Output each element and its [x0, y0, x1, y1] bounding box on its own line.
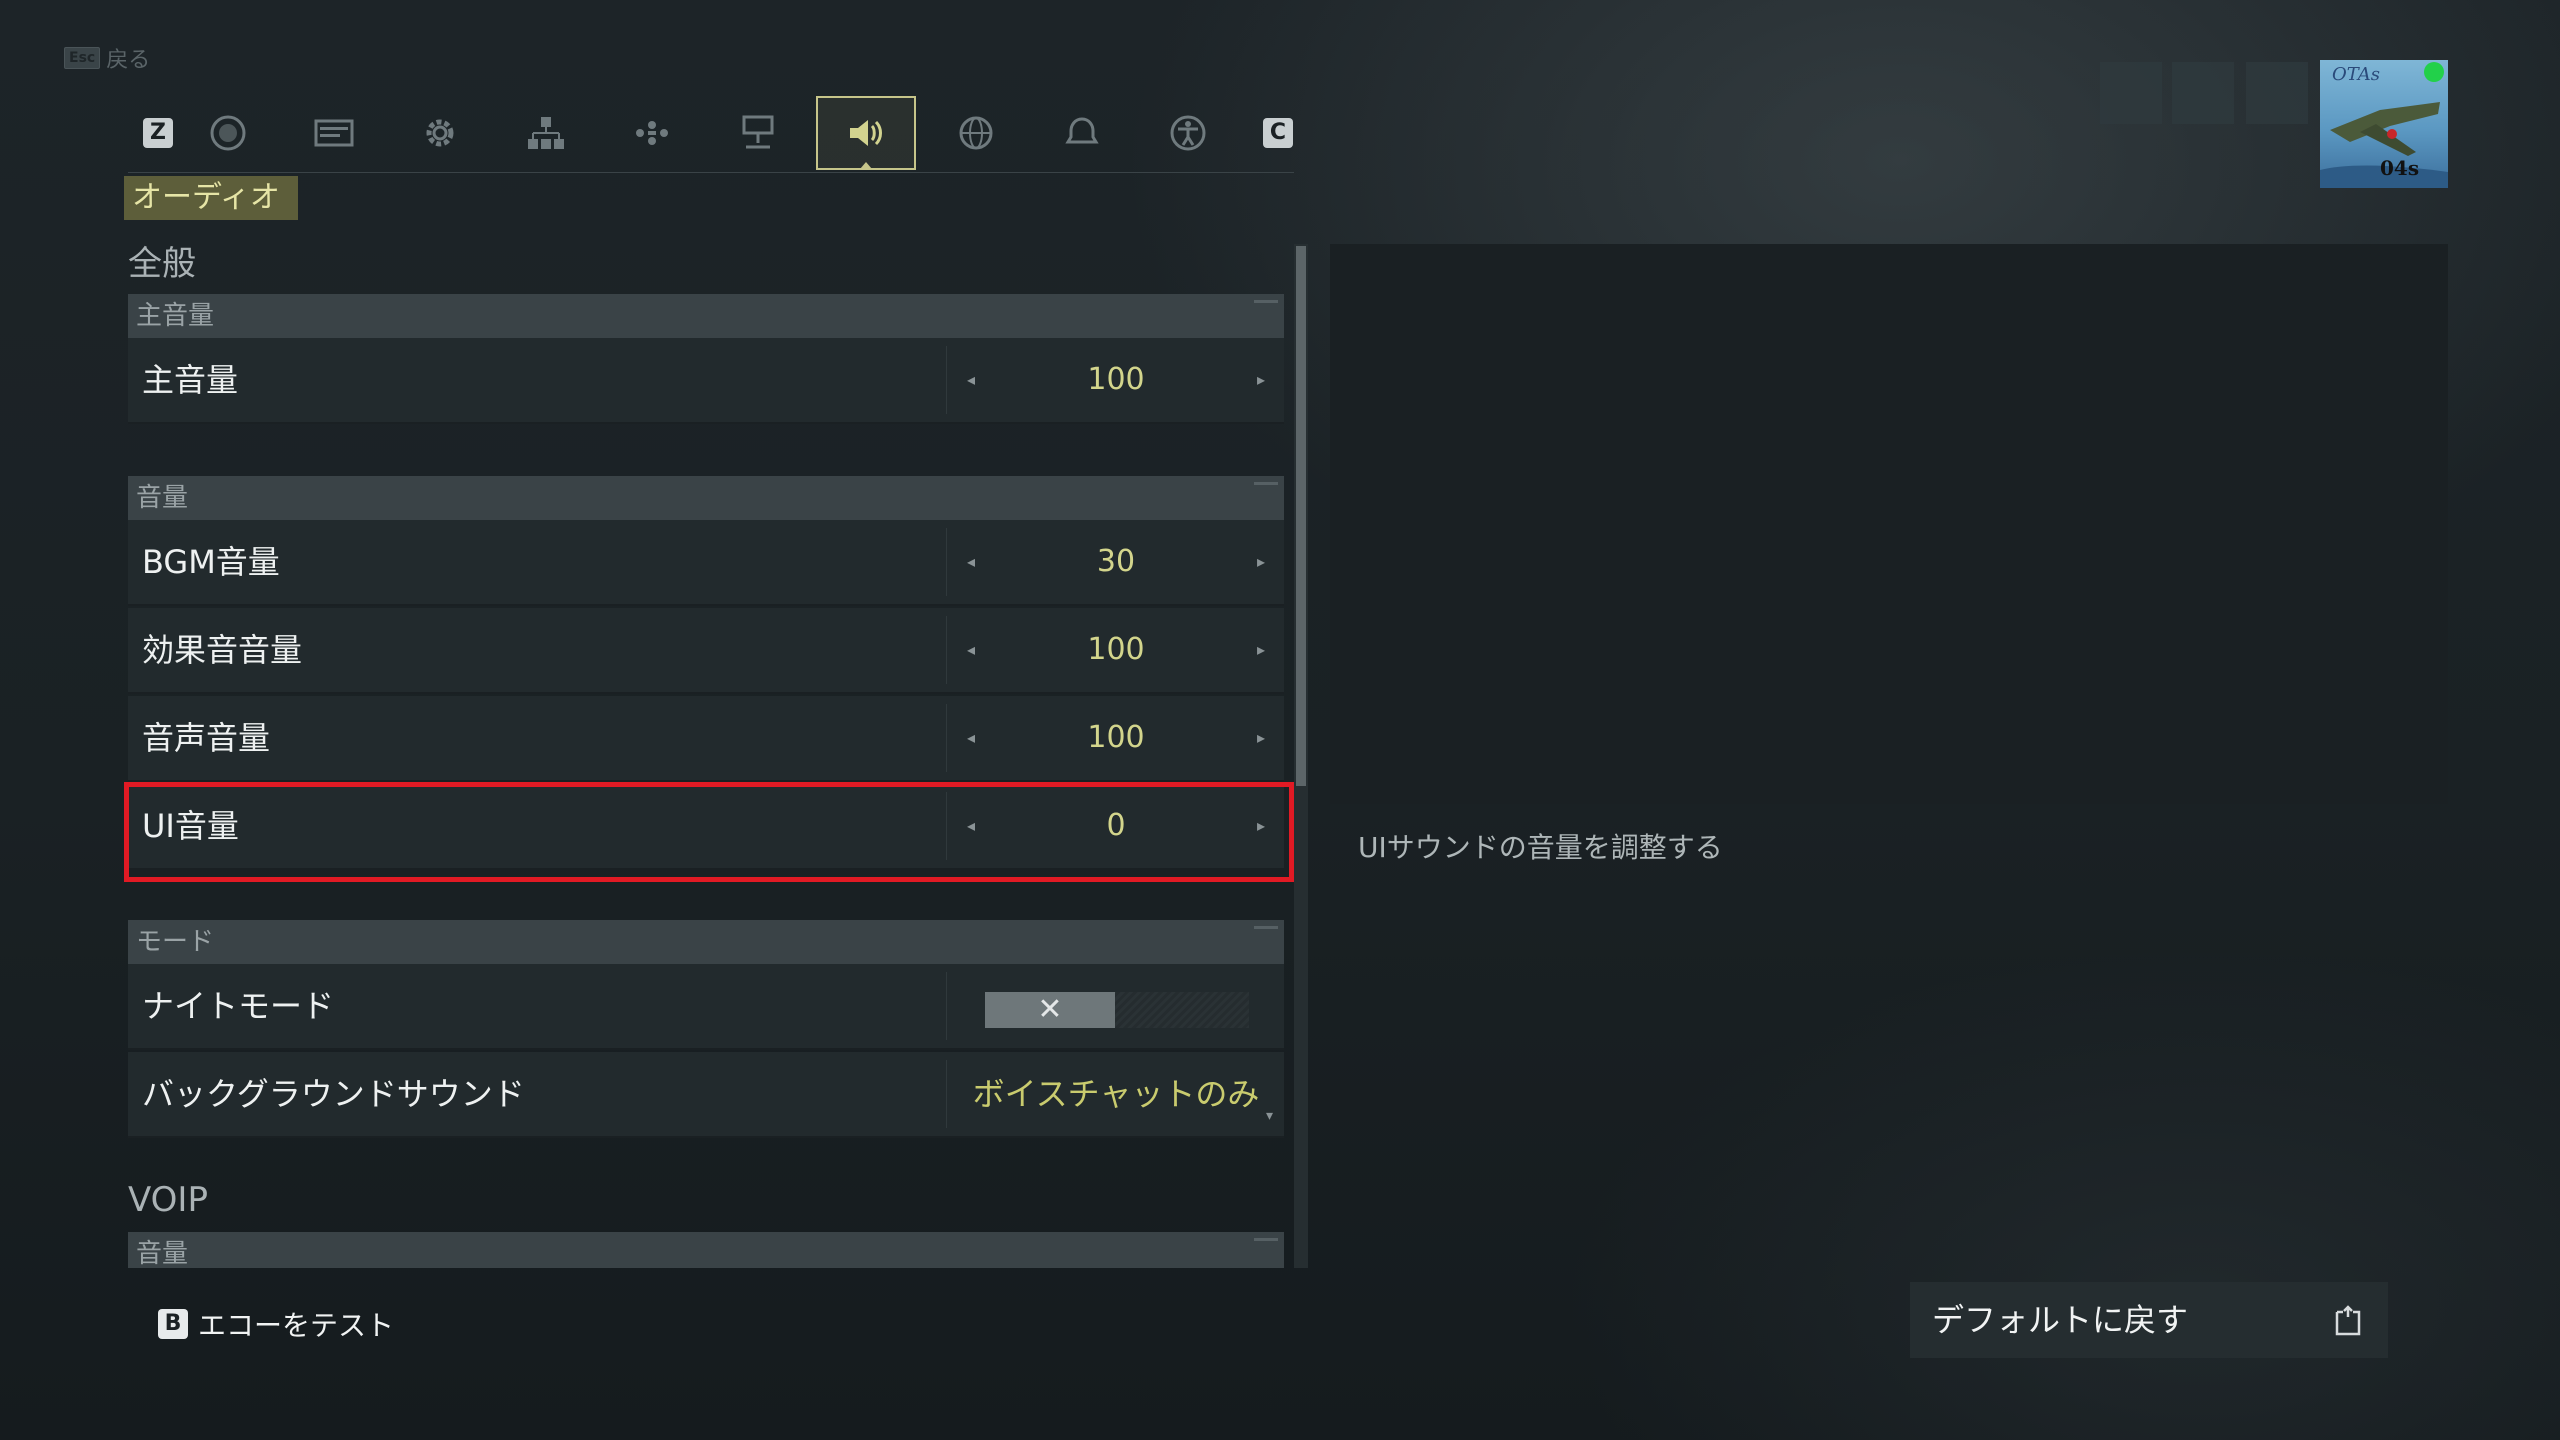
toggle-off-x-icon: ✕ [985, 992, 1115, 1028]
notification-icon [1065, 117, 1099, 144]
scrollbar-thumb[interactable] [1296, 246, 1306, 786]
settings-list: 全般 主音量 主音量 ◂ 100 ▸ 音量 BGM音量 ◂ 30 ▸ 効果音音量… [124, 236, 1284, 1268]
party-slot[interactable] [2246, 62, 2308, 124]
c-key-icon: C [1263, 118, 1293, 148]
network-icon [742, 115, 774, 149]
tab-network[interactable] [708, 96, 808, 170]
subheader-master-volume: 主音量 [128, 294, 1284, 338]
subheader-volume: 音量 [128, 476, 1284, 520]
value-stepper[interactable]: ◂ 100 ▸ [946, 346, 1284, 414]
increase-arrow-icon[interactable]: ▸ [1249, 550, 1273, 574]
party-slot[interactable] [2100, 62, 2162, 124]
subheader-voip-volume: 音量 [128, 1232, 1284, 1268]
subheader-mode: モード [128, 920, 1284, 964]
gear-icon [426, 119, 454, 147]
setting-description: UIサウンドの音量を調整する [1358, 831, 1723, 864]
tab-general[interactable] [390, 96, 490, 170]
esc-key-icon: Esc [64, 47, 101, 69]
setting-row-sfx-volume[interactable]: 効果音音量 ◂ 100 ▸ [128, 608, 1284, 694]
reset-to-default-button[interactable]: デフォルトに戻す [1910, 1282, 2388, 1358]
setting-label: BGM音量 [142, 543, 280, 581]
decrease-arrow-icon[interactable]: ◂ [959, 638, 983, 662]
decrease-arrow-icon[interactable]: ◂ [959, 550, 983, 574]
tab-hierarchy[interactable] [496, 96, 596, 170]
globe-icon [959, 116, 993, 150]
back-label: 戻る [106, 48, 151, 73]
decrease-arrow-icon[interactable]: ◂ [959, 726, 983, 750]
accessibility-icon [1170, 115, 1206, 151]
setting-row-voice-volume[interactable]: 音声音量 ◂ 100 ▸ [128, 696, 1284, 782]
tab-notifications[interactable] [1032, 96, 1132, 170]
party-slot[interactable] [2172, 62, 2234, 124]
settings-tab-bar: Z C [128, 96, 1294, 173]
group-title-voip: VOIP [128, 1180, 208, 1220]
z-key-icon: Z [143, 118, 173, 148]
setting-label: 主音量 [142, 361, 239, 399]
setting-label: バックグラウンドサウンド [142, 1075, 525, 1113]
reset-icon [2335, 1305, 2361, 1336]
tab-display[interactable] [284, 96, 384, 170]
echo-test-button[interactable]: B エコーをテスト [158, 1304, 394, 1344]
reset-label: デフォルトに戻す [1932, 1301, 2189, 1339]
setting-value: 100 [1087, 720, 1145, 755]
value-stepper[interactable]: ◂ 100 ▸ [946, 616, 1284, 684]
avatar-text-top: OTAs [2332, 64, 2381, 85]
online-status-icon [2424, 62, 2444, 82]
section-label: オーディオ [124, 176, 298, 220]
dropdown-value: ボイスチャットのみ [972, 1075, 1260, 1113]
setting-value: 100 [1087, 632, 1145, 667]
setting-row-background-sound[interactable]: バックグラウンドサウンド ボイスチャットのみ ▾ [128, 1052, 1284, 1138]
setting-label: 効果音音量 [142, 631, 303, 669]
tab-accessibility[interactable] [1138, 96, 1238, 170]
tab-controls[interactable] [602, 96, 702, 170]
dropdown-select[interactable]: ボイスチャットのみ ▾ [946, 1060, 1284, 1128]
chat-bubble-icon [210, 115, 246, 151]
echo-test-label: エコーをテスト [198, 1309, 395, 1342]
setting-value: 30 [1096, 544, 1136, 579]
setting-label: ナイトモード [142, 987, 335, 1025]
tab-chat[interactable] [178, 96, 278, 170]
chevron-down-icon: ▾ [1265, 1108, 1273, 1124]
info-preview-panel [1330, 244, 2448, 804]
setting-row-master-volume[interactable]: 主音量 ◂ 100 ▸ [128, 338, 1284, 424]
group-title-general: 全般 [128, 244, 196, 284]
back-button[interactable]: Esc 戻る [64, 42, 150, 74]
avatar-text-bottom: 04s [2380, 156, 2420, 180]
setting-label: 音声音量 [142, 719, 271, 757]
decrease-arrow-icon[interactable]: ◂ [959, 368, 983, 392]
selection-highlight [124, 782, 1294, 882]
tab-language[interactable] [926, 96, 1026, 170]
night-mode-toggle[interactable]: ✕ [985, 992, 1249, 1028]
hierarchy-icon [528, 117, 564, 149]
next-tab-key[interactable]: C [1228, 96, 1328, 170]
speaker-icon [850, 120, 882, 146]
increase-arrow-icon[interactable]: ▸ [1249, 368, 1273, 392]
increase-arrow-icon[interactable]: ▸ [1249, 726, 1273, 750]
tab-audio[interactable] [816, 96, 916, 170]
value-stepper[interactable]: ◂ 100 ▸ [946, 704, 1284, 772]
value-stepper[interactable]: ◂ 30 ▸ [946, 528, 1284, 596]
setting-row-night-mode[interactable]: ナイトモード ✕ [128, 964, 1284, 1050]
setting-row-bgm-volume[interactable]: BGM音量 ◂ 30 ▸ [128, 520, 1284, 606]
gamepad-icon [636, 121, 668, 145]
increase-arrow-icon[interactable]: ▸ [1249, 638, 1273, 662]
setting-value: 100 [1087, 362, 1145, 397]
b-key-icon: B [158, 1309, 188, 1339]
toggle-control[interactable]: ✕ [946, 972, 1284, 1040]
display-icon [314, 119, 354, 147]
